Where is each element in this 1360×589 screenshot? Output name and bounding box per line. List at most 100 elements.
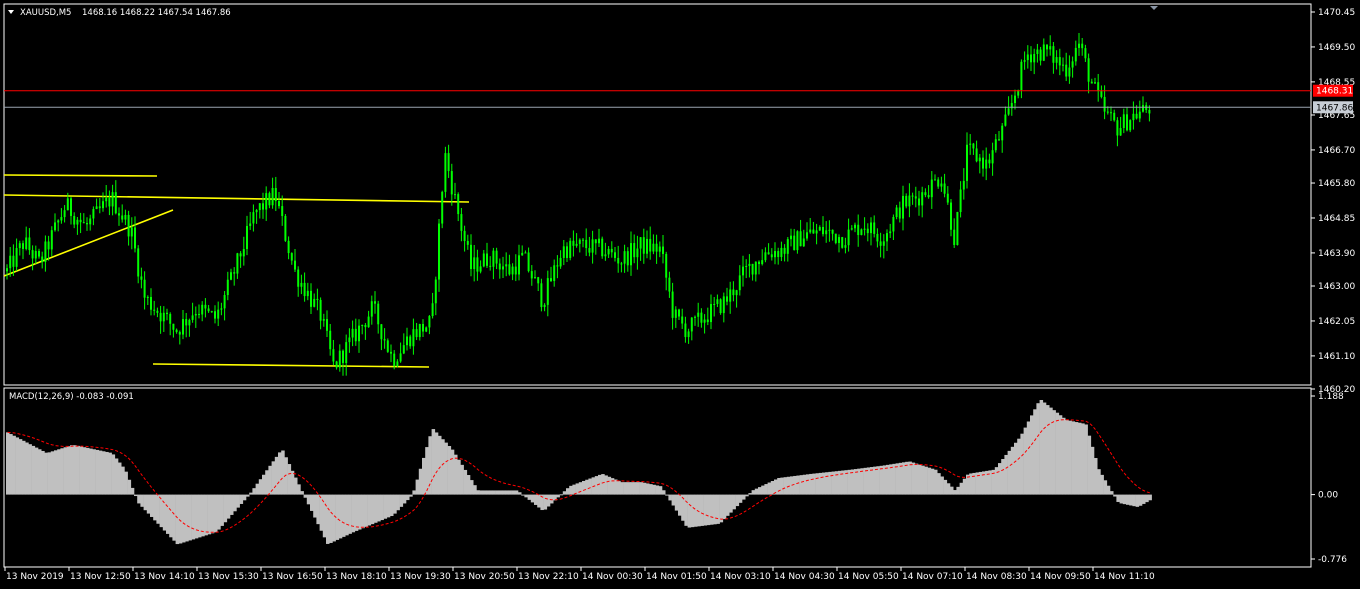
candle[interactable]: [649, 226, 652, 260]
candle[interactable]: [1129, 119, 1132, 133]
candle[interactable]: [972, 142, 975, 155]
candle[interactable]: [156, 307, 159, 318]
candle[interactable]: [950, 199, 952, 237]
candle[interactable]: [377, 300, 380, 334]
candle[interactable]: [1097, 73, 1100, 102]
candle[interactable]: [930, 171, 933, 209]
candle[interactable]: [537, 276, 540, 292]
candle[interactable]: [908, 183, 911, 218]
candle[interactable]: [95, 198, 98, 210]
candle[interactable]: [322, 313, 325, 327]
candle[interactable]: [354, 318, 357, 346]
candle[interactable]: [166, 308, 168, 321]
candle[interactable]: [562, 239, 565, 266]
candle[interactable]: [1068, 55, 1071, 84]
collapse-triangle-icon[interactable]: [8, 10, 14, 14]
candle[interactable]: [806, 222, 808, 241]
candle[interactable]: [751, 263, 754, 281]
candle[interactable]: [610, 241, 613, 258]
candle[interactable]: [169, 312, 172, 336]
candle[interactable]: [905, 193, 908, 209]
candle[interactable]: [674, 306, 677, 328]
candle[interactable]: [863, 217, 866, 236]
candle[interactable]: [745, 259, 748, 279]
candle[interactable]: [668, 271, 671, 298]
candle[interactable]: [828, 220, 831, 242]
candle[interactable]: [527, 247, 530, 273]
candle[interactable]: [796, 230, 799, 254]
candle[interactable]: [470, 234, 472, 277]
candle[interactable]: [367, 310, 370, 328]
candle[interactable]: [194, 306, 197, 328]
price-pane[interactable]: [3, 33, 1311, 376]
candle[interactable]: [671, 282, 674, 330]
candle[interactable]: [722, 292, 725, 323]
candle[interactable]: [1001, 123, 1004, 153]
candle[interactable]: [726, 287, 728, 306]
candle[interactable]: [134, 216, 136, 253]
candle[interactable]: [22, 240, 24, 260]
candle[interactable]: [614, 247, 616, 262]
candle[interactable]: [172, 323, 175, 338]
candle[interactable]: [514, 254, 517, 282]
candle[interactable]: [518, 244, 520, 281]
candle[interactable]: [812, 221, 815, 234]
candle[interactable]: [9, 246, 12, 277]
candle[interactable]: [326, 310, 328, 337]
candle[interactable]: [438, 218, 440, 292]
candle[interactable]: [386, 338, 389, 353]
candle[interactable]: [694, 315, 696, 326]
candle[interactable]: [969, 134, 972, 155]
candle[interactable]: [937, 177, 940, 189]
candle[interactable]: [294, 248, 296, 272]
candle[interactable]: [761, 249, 764, 266]
candle[interactable]: [924, 188, 927, 198]
candle[interactable]: [854, 222, 856, 233]
candle[interactable]: [34, 245, 37, 264]
candle[interactable]: [143, 271, 146, 310]
candle[interactable]: [127, 210, 130, 246]
candle[interactable]: [454, 182, 456, 200]
candle[interactable]: [524, 250, 527, 254]
candle[interactable]: [988, 153, 991, 169]
candle[interactable]: [697, 302, 700, 327]
candle[interactable]: [790, 228, 792, 247]
candle[interactable]: [742, 255, 744, 287]
candle[interactable]: [716, 294, 719, 308]
candle[interactable]: [946, 186, 949, 205]
candle[interactable]: [335, 360, 338, 370]
candle[interactable]: [28, 228, 31, 255]
candle[interactable]: [633, 234, 636, 264]
candle[interactable]: [306, 282, 309, 301]
candle[interactable]: [521, 245, 524, 256]
candle[interactable]: [991, 142, 994, 176]
candle[interactable]: [226, 271, 229, 301]
candle[interactable]: [959, 181, 962, 218]
candle[interactable]: [786, 236, 789, 262]
candle[interactable]: [700, 308, 703, 328]
candle[interactable]: [658, 241, 661, 258]
candle[interactable]: [1020, 59, 1023, 99]
candle[interactable]: [809, 218, 812, 234]
candle[interactable]: [719, 298, 722, 315]
candle[interactable]: [566, 242, 568, 262]
candle[interactable]: [870, 217, 872, 246]
candle[interactable]: [1119, 116, 1122, 136]
candle[interactable]: [582, 237, 584, 248]
candle[interactable]: [342, 349, 344, 376]
candle[interactable]: [162, 306, 165, 332]
candle[interactable]: [57, 219, 60, 232]
candle[interactable]: [230, 268, 232, 281]
candle[interactable]: [943, 173, 946, 198]
candle[interactable]: [383, 328, 386, 349]
candle[interactable]: [313, 293, 316, 308]
candle[interactable]: [479, 260, 482, 274]
candle[interactable]: [223, 290, 226, 321]
candle[interactable]: [1036, 43, 1039, 63]
candle[interactable]: [534, 270, 536, 279]
candle[interactable]: [6, 264, 8, 280]
candle[interactable]: [1142, 96, 1144, 113]
candle[interactable]: [82, 213, 85, 224]
candle[interactable]: [198, 304, 200, 319]
candle[interactable]: [502, 256, 504, 279]
